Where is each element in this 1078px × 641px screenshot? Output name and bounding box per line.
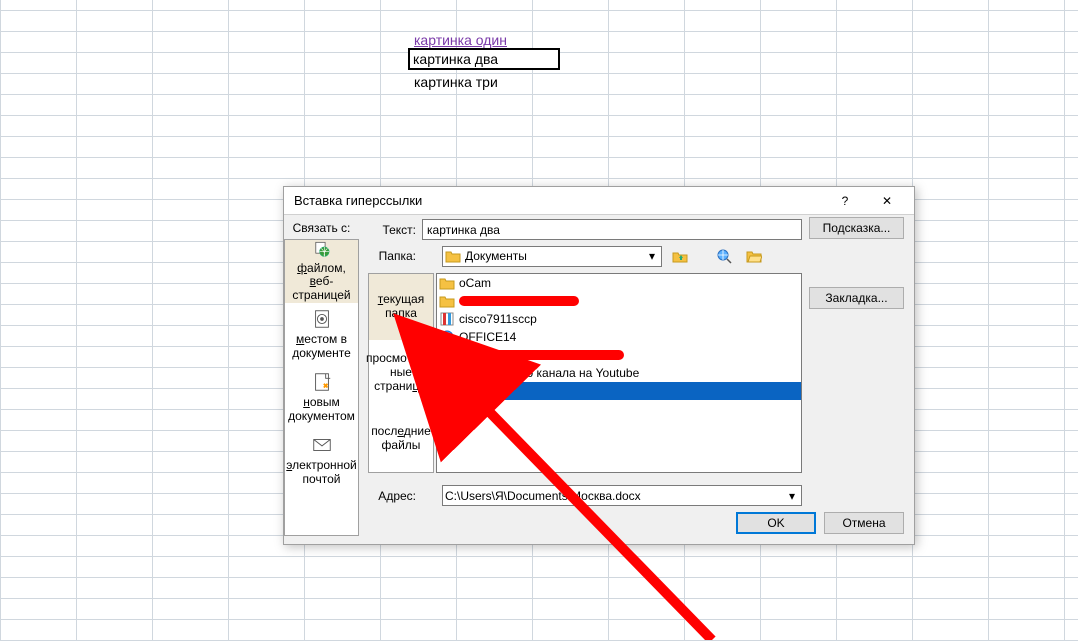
link-target-new-label: новымдокументом bbox=[288, 396, 355, 424]
svg-text:W: W bbox=[441, 348, 453, 362]
folder-select[interactable]: Документы ▾ bbox=[442, 246, 662, 267]
file-list[interactable]: oCam cisco7911sccp OFFICE14 W W Значок м… bbox=[436, 273, 802, 473]
folder-up-icon bbox=[672, 248, 688, 264]
help-icon: ? bbox=[842, 194, 849, 208]
redaction bbox=[459, 350, 624, 360]
new-document-icon bbox=[311, 371, 333, 393]
chevron-down-icon: ▾ bbox=[645, 249, 659, 263]
folder-icon bbox=[439, 293, 455, 309]
svg-text:W: W bbox=[439, 384, 450, 398]
link-target-email[interactable]: электроннойпочтой bbox=[285, 429, 358, 492]
file-row-office14[interactable]: OFFICE14 bbox=[437, 328, 801, 346]
cell-a2-selected[interactable]: картинка два bbox=[408, 48, 560, 70]
browse-tabs: текущаяпапка просмотрен-ныестраницы посл… bbox=[368, 273, 434, 473]
close-icon: ✕ bbox=[882, 194, 892, 208]
text-label: Текст: bbox=[368, 223, 416, 237]
link-target-new-doc[interactable]: новымдокументом bbox=[285, 366, 358, 429]
folder-open-icon bbox=[746, 248, 762, 264]
file-name: OFFICE14 bbox=[459, 330, 516, 344]
word-doc-icon: W bbox=[439, 383, 455, 399]
globe-file-icon bbox=[311, 240, 333, 259]
web-search-icon bbox=[716, 248, 732, 264]
file-row-youtube-icon[interactable]: W Значок моего канала на Youtube bbox=[437, 364, 801, 382]
word-doc-icon: W bbox=[439, 365, 455, 381]
browse-file-button[interactable] bbox=[742, 245, 766, 267]
browse-web-button[interactable] bbox=[712, 245, 736, 267]
title-bar[interactable]: Вставка гиперссылки ? ✕ bbox=[284, 187, 914, 215]
file-row-redacted-1[interactable] bbox=[437, 292, 801, 310]
folder-icon bbox=[439, 275, 455, 291]
file-name: Москва bbox=[459, 384, 500, 398]
link-with-label: Связать с: bbox=[284, 221, 359, 235]
link-target-place-in-doc[interactable]: местом вдокументе bbox=[285, 303, 358, 366]
cell-a1[interactable]: картинка один bbox=[410, 30, 511, 50]
tab-current-folder[interactable]: текущаяпапка bbox=[369, 274, 433, 340]
help-button[interactable]: ? bbox=[824, 190, 866, 212]
document-target-icon bbox=[311, 308, 333, 330]
svg-text:W: W bbox=[441, 366, 453, 380]
link-target-place-label: местом вдокументе bbox=[292, 333, 351, 361]
cell-a3[interactable]: картинка три bbox=[410, 72, 502, 92]
link-target-column: файлом, веб-страницей местом вдокументе … bbox=[284, 239, 359, 536]
file-row-cisco[interactable]: cisco7911sccp bbox=[437, 310, 801, 328]
shortcut-icon bbox=[439, 329, 455, 345]
chevron-down-icon: ▾ bbox=[785, 489, 799, 503]
file-row-redacted-2[interactable]: W bbox=[437, 346, 801, 364]
cancel-button[interactable]: Отмена bbox=[824, 512, 904, 534]
link-target-file-web[interactable]: файлом, веб-страницей bbox=[285, 240, 358, 303]
insert-hyperlink-dialog: Вставка гиперссылки ? ✕ Связать с: файло… bbox=[283, 186, 915, 545]
file-name: oCam bbox=[459, 276, 491, 290]
archive-icon bbox=[439, 311, 455, 327]
link-target-file-web-label: файлом, веб-страницей bbox=[285, 262, 358, 303]
screentip-button[interactable]: Подсказка... bbox=[809, 217, 904, 239]
address-label: Адрес: bbox=[368, 489, 416, 503]
ok-button[interactable]: OK bbox=[736, 512, 816, 534]
bookmark-button[interactable]: Закладка... bbox=[809, 287, 904, 309]
file-name: cisco7911sccp bbox=[459, 312, 537, 326]
folder-select-value: Документы bbox=[465, 249, 527, 263]
file-row-moscow[interactable]: W Москва bbox=[437, 382, 801, 400]
text-input[interactable] bbox=[422, 219, 802, 240]
address-value: C:\Users\Я\Documents\Москва.docx bbox=[445, 489, 641, 503]
up-folder-button[interactable] bbox=[668, 245, 692, 267]
word-doc-icon: W bbox=[439, 347, 455, 363]
file-name: Значок моего канала на Youtube bbox=[459, 366, 639, 380]
file-row-ocam[interactable]: oCam bbox=[437, 274, 801, 292]
address-select[interactable]: C:\Users\Я\Documents\Москва.docx ▾ bbox=[442, 485, 802, 506]
dialog-title: Вставка гиперссылки bbox=[294, 193, 824, 208]
tab-browsed-pages[interactable]: просмотрен-ныестраницы bbox=[369, 340, 433, 406]
tab-recent-files[interactable]: последниефайлы bbox=[369, 406, 433, 472]
close-button[interactable]: ✕ bbox=[866, 190, 908, 212]
link-target-email-label: электроннойпочтой bbox=[286, 459, 356, 487]
folder-label: Папка: bbox=[368, 249, 416, 263]
email-icon bbox=[311, 434, 333, 456]
folder-icon bbox=[445, 248, 461, 264]
redaction bbox=[459, 296, 579, 306]
